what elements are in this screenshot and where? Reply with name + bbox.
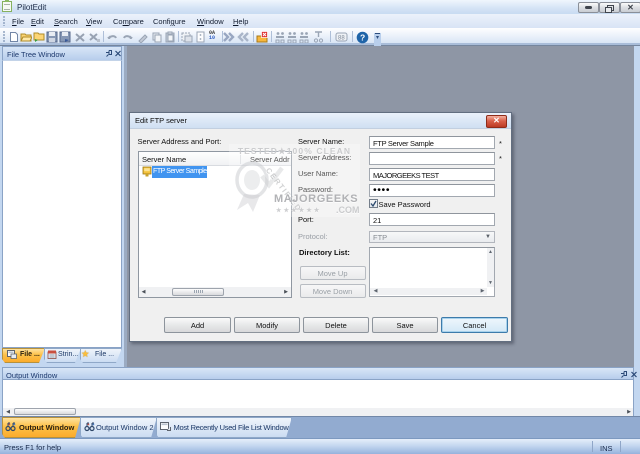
svg-text:88: 88: [338, 36, 345, 42]
svg-text:?: ?: [360, 33, 365, 43]
